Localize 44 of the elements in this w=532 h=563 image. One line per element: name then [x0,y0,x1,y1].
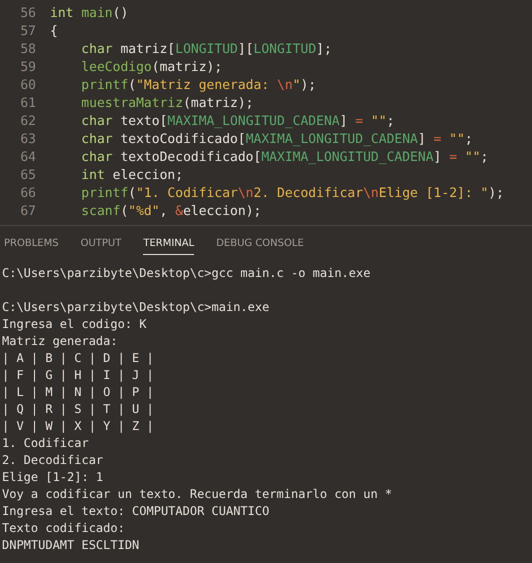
terminal-line: | A | B | C | D | E | [2,350,155,367]
panel-tab[interactable]: DEBUG CONSOLE [216,232,304,254]
code-line: leeCodigo(matriz); [80,59,222,77]
terminal-line: Elige [1-2]: 1 [2,469,104,486]
terminal-line: Ingresa el codigo: K [2,316,148,333]
panel-tab[interactable]: PROBLEMS [4,232,59,254]
code-line: printf("Matriz generada: \n"); [80,77,316,95]
terminal-line: Texto codificado: [2,520,126,537]
line-number: 58 [19,41,37,59]
terminal-line: 2. Decodificar [2,452,104,469]
line-number: 56 [19,5,37,23]
line-number: 63 [19,131,37,149]
terminal-line: Ingresa el texto: COMPUTADOR CUANTICO [2,503,270,520]
code-line: char texto[MAXIMA_LONGITUD_CADENA] = ""; [80,113,394,131]
terminal-line: | L | M | N | O | P | [2,384,155,401]
code-line: char textoCodificado[MAXIMA_LONGITUD_CADENA] = ""; [80,131,473,149]
line-number: 62 [19,113,37,131]
code-line: int main() [50,5,128,23]
terminal-line: | F | G | H | I | J | [2,367,155,384]
terminal-line: DNPMTUDAMT ESCLTIDN [2,537,140,554]
code-line: char textoDecodificado[MAXIMA_LONGITUD_CADENA] = ""; [80,149,488,167]
code-line: muestraMatriz(matriz); [80,95,254,113]
line-number: 64 [19,149,37,167]
terminal-line: | V | W | X | Y | Z | [2,418,155,435]
panel-tab[interactable]: OUTPUT [80,232,122,254]
panel-tab[interactable]: TERMINAL [143,232,194,254]
line-number: 57 [19,23,37,41]
code-line: char matriz[LONGITUD][LONGITUD]; [80,41,332,59]
code-line: int eleccion; [80,167,184,185]
code-line: scanf("%d", &eleccion); [80,203,262,221]
code-line: { [50,23,58,41]
terminal-line: Matriz generada: [2,333,119,350]
line-number: 61 [19,95,37,113]
line-number: 59 [19,59,37,77]
terminal-line: 1. Codificar [2,435,90,452]
line-number: 65 [19,167,37,185]
line-number: 67 [19,203,37,221]
code-line: printf("1. Codificar\n2. Decodificar\nElige [1-2]: "); [80,185,504,203]
line-number: 66 [19,185,37,203]
terminal-line: Voy a codificar un texto. Recuerda terminarlo con un * [2,486,394,503]
line-number: 60 [19,77,37,95]
terminal-line: C:\Users\parzibyte\Desktop\c>gcc main.c -o main.exe [2,265,372,282]
terminal-line: C:\Users\parzibyte\Desktop\c>main.exe [2,299,270,316]
terminal-line: | Q | R | S | T | U | [2,401,155,418]
